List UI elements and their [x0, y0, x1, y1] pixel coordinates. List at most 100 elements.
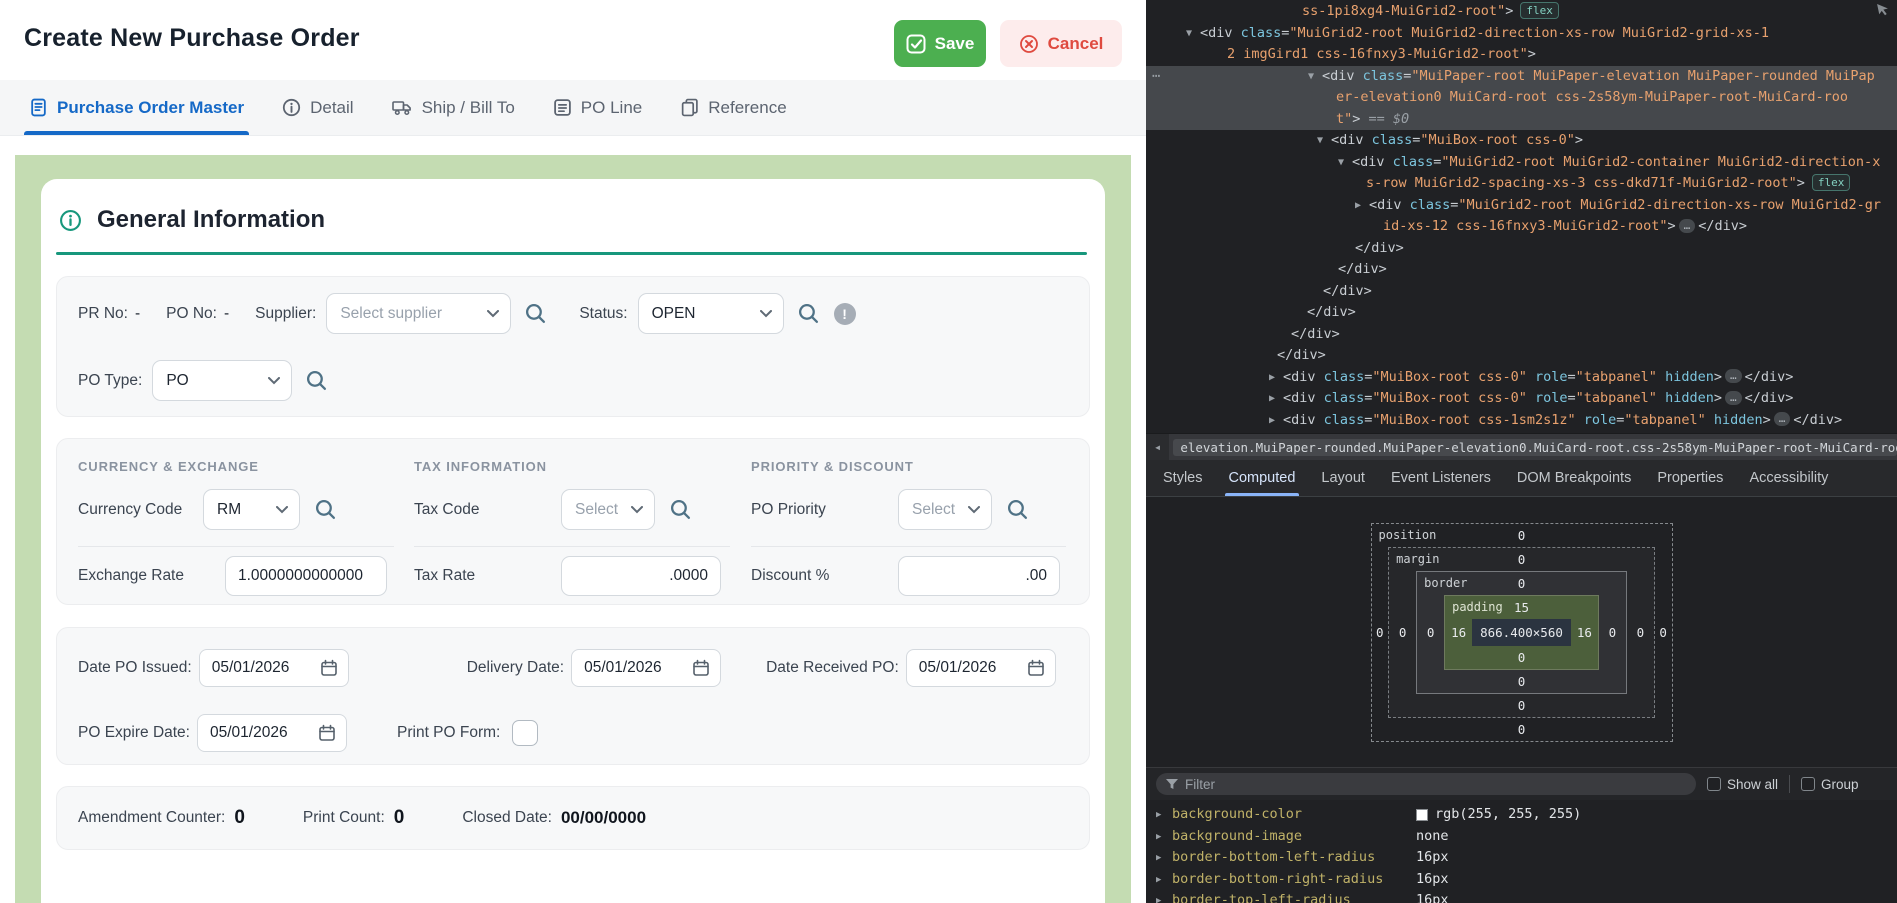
- tree-line[interactable]: ▼<div class="MuiGrid2-root MuiGrid2-cont…: [1146, 152, 1897, 174]
- tree-line[interactable]: er-elevation0 MuiCard-root css-2s58ym-Mu…: [1146, 87, 1897, 109]
- code-token: class: [1363, 68, 1404, 84]
- supplier-label: Supplier:: [255, 305, 316, 323]
- expand-arrow-icon[interactable]: ▶: [1156, 827, 1161, 849]
- tree-line[interactable]: </div>: [1146, 324, 1897, 346]
- filter-input[interactable]: Filter: [1156, 773, 1696, 795]
- save-button[interactable]: Save: [894, 20, 986, 67]
- code-token: <div: [1283, 369, 1324, 385]
- devtools-tab-styles[interactable]: Styles: [1150, 460, 1216, 496]
- box-model-diagram[interactable]: position0 0 margin0 0 border0 0: [1371, 523, 1673, 742]
- code-token: </div>: [1307, 304, 1356, 320]
- devtools-tab-layout[interactable]: Layout: [1308, 460, 1378, 496]
- devtools-tab-properties[interactable]: Properties: [1644, 460, 1736, 496]
- tree-line[interactable]: ▼<div class="MuiBox-root css-0">: [1146, 130, 1897, 152]
- code-token: "MuiBox-root css-0": [1372, 390, 1526, 406]
- expand-arrow-icon[interactable]: ▶: [1156, 848, 1161, 870]
- currency-code-select[interactable]: RM: [203, 489, 300, 530]
- tree-line[interactable]: ss-1pi8xg4-MuiGrid2-root">flex: [1146, 1, 1897, 23]
- supplier-select[interactable]: Select supplier: [326, 293, 511, 334]
- tab-ship-bill-to[interactable]: Ship / Bill To: [392, 80, 515, 135]
- ellipsis-badge[interactable]: …: [1725, 391, 1742, 405]
- tree-line[interactable]: </div>: [1146, 281, 1897, 303]
- funnel-icon: [1166, 779, 1178, 790]
- computed-property-row[interactable]: ▶background-colorrgb(255, 255, 255): [1146, 804, 1897, 826]
- po-expire-date-input[interactable]: 05/01/2026: [197, 714, 347, 752]
- tax-code-search-button[interactable]: [669, 498, 692, 521]
- page-title: Create New Purchase Order: [24, 24, 360, 53]
- tree-line[interactable]: t"> == $0: [1146, 109, 1897, 131]
- computed-property-row[interactable]: ▶background-imagenone: [1146, 826, 1897, 848]
- discount-input[interactable]: .00: [898, 556, 1060, 596]
- print-po-form-checkbox[interactable]: [512, 720, 538, 746]
- supplier-search-button[interactable]: [524, 302, 547, 325]
- tree-line[interactable]: ▶<div class="MuiBox-root css-0" role="ta…: [1146, 367, 1897, 389]
- status-select[interactable]: OPEN: [638, 293, 784, 334]
- ellipsis-badge[interactable]: …: [1679, 219, 1696, 233]
- currency-search-button[interactable]: [314, 498, 337, 521]
- expand-arrow-icon[interactable]: ▶: [1355, 195, 1369, 217]
- tree-line[interactable]: </div>: [1146, 302, 1897, 324]
- tree-line[interactable]: ▶<div class="MuiBox-root css-1sm2s1z" ro…: [1146, 410, 1897, 432]
- po-type-select[interactable]: PO: [152, 360, 292, 401]
- code-token: t": [1336, 111, 1352, 127]
- delivery-date-input[interactable]: 05/01/2026: [571, 649, 721, 687]
- tab-po-line[interactable]: PO Line: [553, 80, 642, 135]
- ellipsis-badge[interactable]: …: [1774, 412, 1791, 426]
- checkbox-box: [1707, 777, 1721, 791]
- tree-line[interactable]: ▶<div class="MuiGrid2-root MuiGrid2-dire…: [1146, 195, 1897, 217]
- tree-line[interactable]: id-xs-12 css-16fnxy3-MuiGrid2-root">…</d…: [1146, 216, 1897, 238]
- expand-arrow-icon[interactable]: ▼: [1308, 66, 1322, 88]
- box-model-margin: margin0 0 border0 0 padding15: [1388, 547, 1655, 718]
- tree-line[interactable]: ▼<div class="MuiGrid2-root MuiGrid2-dire…: [1146, 23, 1897, 45]
- tree-line[interactable]: </div>: [1146, 238, 1897, 260]
- expand-arrow-icon[interactable]: ▶: [1269, 410, 1283, 432]
- po-priority-search-button[interactable]: [1006, 498, 1029, 521]
- tab-purchase-order-master[interactable]: Purchase Order Master: [29, 80, 244, 135]
- expand-arrow-icon[interactable]: ▼: [1317, 130, 1331, 152]
- expand-arrow-icon[interactable]: ▼: [1186, 23, 1200, 45]
- show-all-checkbox[interactable]: Show all: [1707, 777, 1778, 792]
- po-type-search-button[interactable]: [305, 369, 328, 392]
- devtools-tab-event-listeners[interactable]: Event Listeners: [1378, 460, 1504, 496]
- tree-line[interactable]: s-row MuiGrid2-spacing-xs-3 css-dkd71f-M…: [1146, 173, 1897, 195]
- flex-badge[interactable]: flex: [1812, 174, 1851, 191]
- devtools-tab-dom-breakpoints[interactable]: DOM Breakpoints: [1504, 460, 1644, 496]
- breadcrumb-back-button[interactable]: ◂: [1146, 434, 1169, 460]
- tab-detail[interactable]: Detail: [282, 80, 353, 135]
- computed-property-row[interactable]: ▶border-bottom-right-radius16px: [1146, 869, 1897, 891]
- status-search-button[interactable]: [797, 302, 820, 325]
- code-token: "MuiGrid2-root MuiGrid2-direction-xs-row…: [1289, 25, 1769, 41]
- code-token: role: [1584, 412, 1617, 428]
- expand-arrow-icon[interactable]: ▶: [1269, 367, 1283, 389]
- ellipsis-badge[interactable]: …: [1725, 369, 1742, 383]
- computed-property-row[interactable]: ▶border-top-left-radius16px: [1146, 890, 1897, 903]
- chevron-down-icon: [968, 506, 980, 514]
- code-token: </div>: [1338, 261, 1387, 277]
- tree-line[interactable]: ⋯▼<div class="MuiPaper-root MuiPaper-ele…: [1146, 66, 1897, 88]
- group-checkbox[interactable]: Group: [1801, 777, 1859, 792]
- expand-arrow-icon[interactable]: ▶: [1156, 805, 1161, 827]
- node-menu-icon[interactable]: ⋯: [1152, 66, 1160, 88]
- date-po-issued-input[interactable]: 05/01/2026: [199, 649, 349, 687]
- tree-line[interactable]: </div>: [1146, 345, 1897, 367]
- cancel-button[interactable]: Cancel: [1000, 20, 1122, 67]
- flex-badge[interactable]: flex: [1520, 2, 1559, 19]
- tax-code-select[interactable]: Select: [561, 489, 655, 530]
- tab-reference[interactable]: Reference: [680, 80, 786, 135]
- tree-line[interactable]: 2 imgGird1 css-16fnxy3-MuiGrid2-root">: [1146, 44, 1897, 66]
- devtools-tab-computed[interactable]: Computed: [1216, 460, 1309, 496]
- expand-arrow-icon[interactable]: ▼: [1338, 152, 1352, 174]
- breadcrumb-selected-node[interactable]: elevation.MuiPaper-rounded.MuiPaper-elev…: [1173, 439, 1897, 456]
- tax-rate-input[interactable]: .0000: [561, 556, 721, 596]
- exchange-rate-input[interactable]: 1.0000000000000: [225, 556, 387, 596]
- date-received-po-input[interactable]: 05/01/2026: [906, 649, 1056, 687]
- expand-arrow-icon[interactable]: ▶: [1156, 870, 1161, 892]
- tree-line[interactable]: ▶<div class="MuiBox-root css-0" role="ta…: [1146, 388, 1897, 410]
- devtools-tab-accessibility[interactable]: Accessibility: [1736, 460, 1841, 496]
- close-icon: [1019, 34, 1039, 54]
- computed-property-row[interactable]: ▶border-bottom-left-radius16px: [1146, 847, 1897, 869]
- po-priority-select[interactable]: Select: [898, 489, 992, 530]
- expand-arrow-icon[interactable]: ▶: [1156, 891, 1161, 903]
- expand-arrow-icon[interactable]: ▶: [1269, 388, 1283, 410]
- tree-line[interactable]: </div>: [1146, 259, 1897, 281]
